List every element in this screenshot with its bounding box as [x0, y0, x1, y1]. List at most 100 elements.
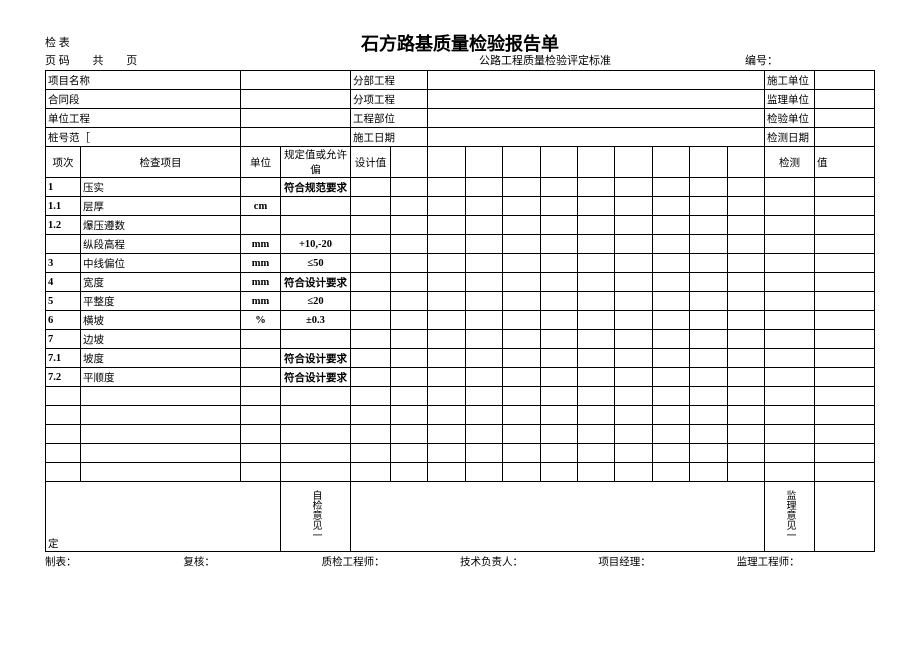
- meta-value: [428, 109, 765, 128]
- cell-measure: [727, 349, 764, 368]
- empty-cell: [465, 387, 502, 406]
- cell-measure: [391, 197, 428, 216]
- cell-measure: [727, 178, 764, 197]
- cell-idx: 1: [46, 178, 81, 197]
- cell-measure: [615, 273, 652, 292]
- empty-cell: [241, 425, 281, 444]
- empty-cell: [615, 387, 652, 406]
- empty-cell: [503, 387, 540, 406]
- cell-measure: [577, 349, 614, 368]
- cell-spec: [281, 197, 351, 216]
- cell-measure: [503, 311, 540, 330]
- cell-measure: [540, 292, 577, 311]
- cell-item: 压实: [81, 178, 241, 197]
- cell-spec: 符合规范要求: [281, 178, 351, 197]
- cell-design: [351, 254, 391, 273]
- empty-cell: [428, 425, 465, 444]
- cell-measure: [540, 178, 577, 197]
- col-measure: 检测: [765, 147, 815, 178]
- empty-cell: [81, 463, 241, 482]
- empty-cell: [241, 463, 281, 482]
- meta-value: [815, 71, 875, 90]
- cell-measure: [465, 349, 502, 368]
- cell-m2: [815, 273, 875, 292]
- footer-d: 技术负责人：: [460, 554, 598, 569]
- cell-design: [351, 349, 391, 368]
- cell-m2: [815, 216, 875, 235]
- cell-measure: [540, 311, 577, 330]
- cell-measure: [690, 330, 727, 349]
- cell-measure: [465, 235, 502, 254]
- cell-spec: 符合设计要求: [281, 273, 351, 292]
- cell-measure: [690, 235, 727, 254]
- empty-cell: [46, 444, 81, 463]
- empty-row: [46, 425, 875, 444]
- cell-spec: [281, 216, 351, 235]
- col-item: 检查项目: [81, 147, 241, 178]
- empty-cell: [727, 425, 764, 444]
- cell-measure: [727, 311, 764, 330]
- cell-idx: 7.1: [46, 349, 81, 368]
- cell-measure: [540, 254, 577, 273]
- cell-measure: [577, 368, 614, 387]
- cell-measure: [428, 292, 465, 311]
- cell-unit: mm: [241, 292, 281, 311]
- cell-design: [351, 178, 391, 197]
- empty-cell: [391, 463, 428, 482]
- empty-cell: [81, 444, 241, 463]
- empty-cell: [652, 444, 689, 463]
- empty-cell: [46, 406, 81, 425]
- meta-row: 合同段 分项工程 监理单位: [46, 90, 875, 109]
- cell-measure: [615, 197, 652, 216]
- empty-cell: [503, 463, 540, 482]
- cell-m1: [765, 311, 815, 330]
- cell-measure: [690, 311, 727, 330]
- cell-m1: [765, 216, 815, 235]
- cell-measure: [540, 216, 577, 235]
- meta-row: 单位工程 工程部位 检验单位: [46, 109, 875, 128]
- cell-measure: [503, 254, 540, 273]
- data-row: 1压实 符合规范要求: [46, 178, 875, 197]
- cell-item: 横坡: [81, 311, 241, 330]
- cell-measure: [465, 292, 502, 311]
- cell-measure: [428, 216, 465, 235]
- meta-label: 单位工程: [46, 109, 241, 128]
- meta-row: 项目名称 分部工程 施工单位: [46, 71, 875, 90]
- meta-value: [815, 128, 875, 147]
- empty-cell: [615, 406, 652, 425]
- cell-measure: [391, 178, 428, 197]
- cell-item: 宽度: [81, 273, 241, 292]
- empty-cell: [465, 463, 502, 482]
- meta-label: 合同段: [46, 90, 241, 109]
- cell-measure: [727, 368, 764, 387]
- cell-spec: [281, 330, 351, 349]
- cell-item: 纵段高程: [81, 235, 241, 254]
- cell-measure: [503, 197, 540, 216]
- meta-value: [428, 71, 765, 90]
- cell-measure: [615, 368, 652, 387]
- opinion-row: 定 自检意见一 监理意见一: [46, 482, 875, 552]
- cell-measure: [615, 178, 652, 197]
- meta-label: 施工日期: [351, 128, 428, 147]
- empty-cell: [241, 387, 281, 406]
- empty-cell: [690, 406, 727, 425]
- ding-cell: 定: [46, 482, 281, 552]
- empty-cell: [815, 425, 875, 444]
- cell-m2: [815, 349, 875, 368]
- empty-cell: [391, 425, 428, 444]
- cell-measure: [391, 273, 428, 292]
- cell-design: [351, 292, 391, 311]
- cell-measure: [428, 273, 465, 292]
- empty-cell: [652, 387, 689, 406]
- cell-spec: +10,-20: [281, 235, 351, 254]
- empty-cell: [815, 406, 875, 425]
- cell-idx: 7.2: [46, 368, 81, 387]
- report-table: 项目名称 分部工程 施工单位 合同段 分项工程 监理单位 单位工程 工程部位 检…: [45, 70, 875, 552]
- cell-design: [351, 311, 391, 330]
- empty-cell: [503, 406, 540, 425]
- cell-measure: [465, 216, 502, 235]
- data-row: 7边坡: [46, 330, 875, 349]
- cell-measure: [540, 368, 577, 387]
- meta-label: 分部工程: [351, 71, 428, 90]
- empty-cell: [46, 425, 81, 444]
